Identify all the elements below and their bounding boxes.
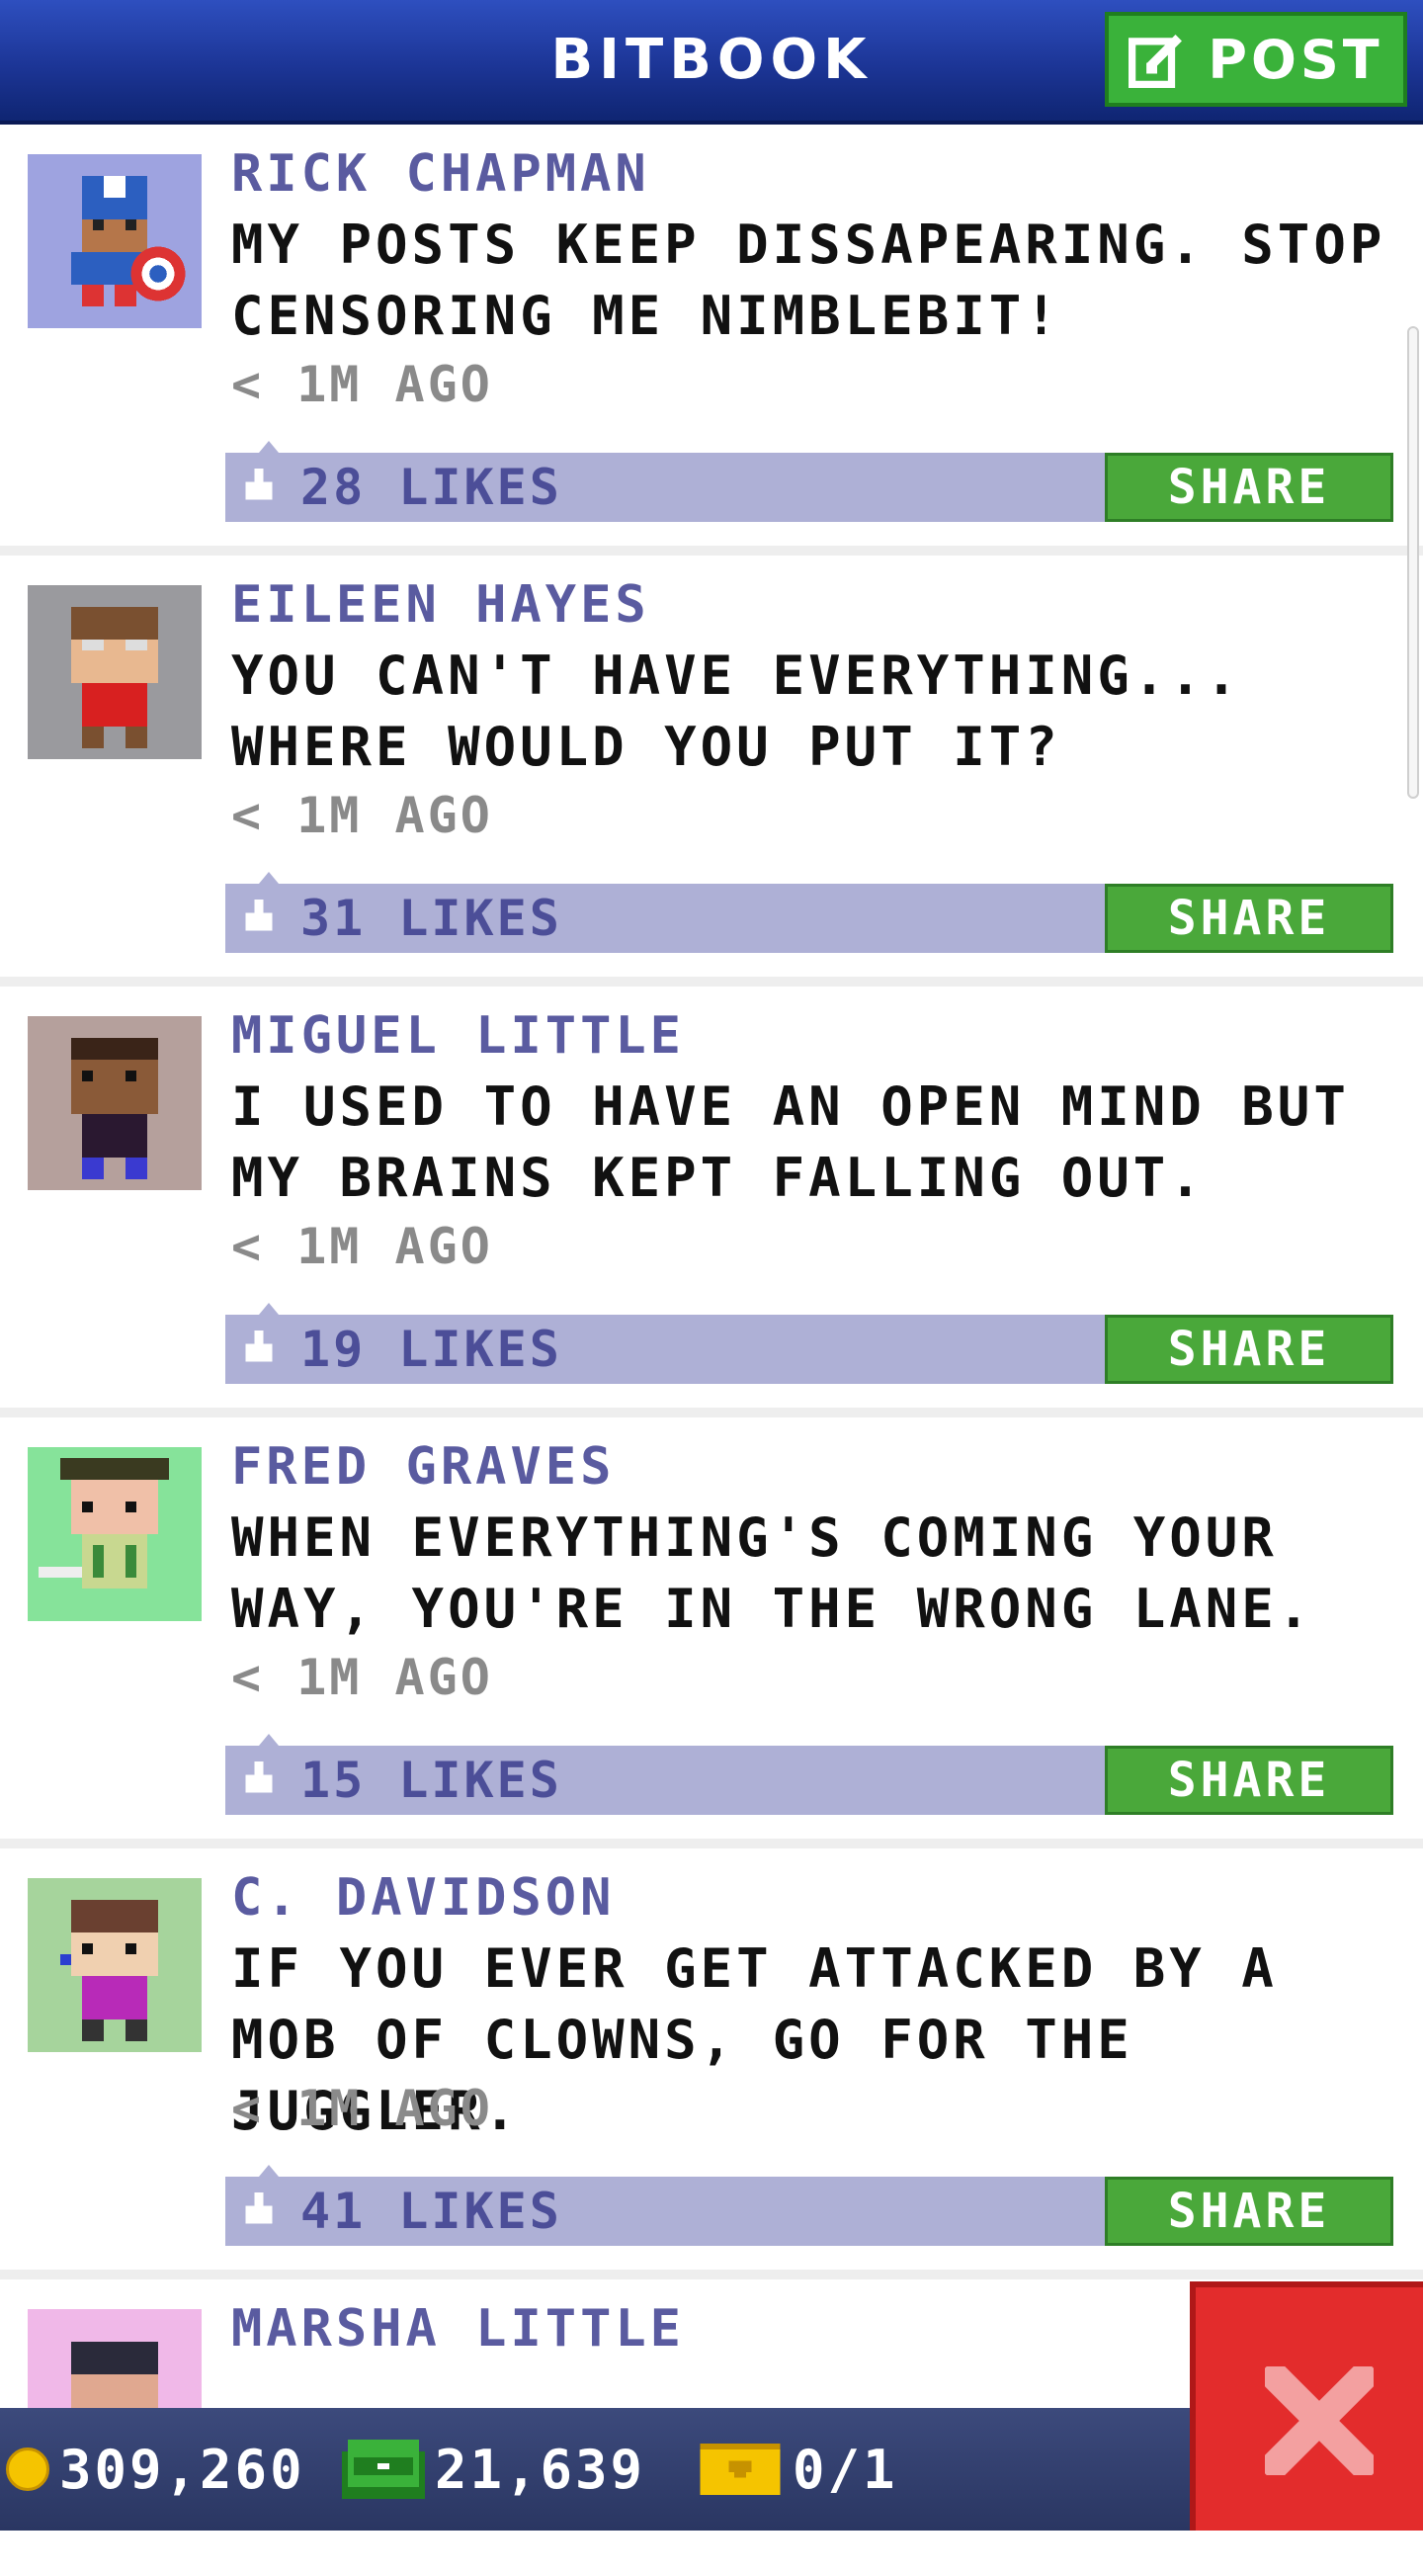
post-time: < 1M AGO [231,1218,493,1275]
likes-bar-notch [259,872,279,884]
bux-icon [342,2440,425,2499]
likes-bar-notch [259,2165,279,2177]
bux-stat: 21,639 [342,2408,645,2531]
post-message: YOU CAN'T HAVE EVERYTHING... WHERE WOULD… [231,644,1242,778]
post-author[interactable]: EILEEN HAYES [231,575,650,635]
post-message: WHEN EVERYTHING'S COMING YOUR WAY, YOU'R… [231,1506,1314,1640]
post-button-label: POST [1208,28,1383,91]
avatar[interactable] [28,154,202,328]
feed-post: C. DAVIDSON IF YOU EVER GET ATTACKED BY … [0,1848,1423,2279]
share-button[interactable]: SHARE [1105,1746,1393,1815]
share-button[interactable]: SHARE [1105,2177,1393,2246]
tickets-stat: 0/1 [698,2408,898,2531]
thumbs-up-icon[interactable] [241,2192,277,2228]
scrollbar[interactable] [1407,326,1419,799]
coins-stat: 309,260 [6,2408,305,2531]
post-message: I USED TO HAVE AN OPEN MIND BUT MY BRAIN… [231,1075,1350,1209]
post-feed[interactable]: RICK CHAPMAN MY POSTS KEEP DISSAPEARING.… [0,125,1423,2576]
likes-bar: 19 LIKES SHARE [225,1303,1393,1384]
likes-bar: 31 LIKES SHARE [225,872,1393,953]
post-time: < 1M AGO [231,787,493,844]
thumbs-up-icon[interactable] [241,900,277,935]
likes-bar-notch [259,1734,279,1746]
likes-bar-notch [259,441,279,453]
post-time: < 1M AGO [231,2080,493,2137]
post-author[interactable]: RICK CHAPMAN [231,144,650,204]
likes-count: 19 LIKES [300,1321,562,1378]
tickets-value: 0/1 [793,2438,898,2501]
coins-value: 309,260 [59,2438,305,2501]
post-author[interactable]: C. DAVIDSON [231,1868,615,1928]
bux-value: 21,639 [435,2438,646,2501]
feed-post: MIGUEL LITTLE I USED TO HAVE AN OPEN MIN… [0,987,1423,1417]
compose-icon [1129,35,1183,88]
post-message: MY POSTS KEEP DISSAPEARING. STOP CENSORI… [231,214,1386,347]
share-button[interactable]: SHARE [1105,453,1393,522]
post-author[interactable]: MARSHA LITTLE [231,2299,685,2359]
likes-bar-notch [259,1303,279,1315]
feed-post: FRED GRAVES WHEN EVERYTHING'S COMING YOU… [0,1417,1423,1848]
post-time: < 1M AGO [231,1649,493,1706]
ticket-icon [700,2444,781,2495]
post-author[interactable]: MIGUEL LITTLE [231,1006,685,1066]
post-author[interactable]: FRED GRAVES [231,1437,615,1497]
feed-post: EILEEN HAYES YOU CAN'T HAVE EVERYTHING..… [0,556,1423,987]
likes-count: 41 LIKES [300,2183,562,2240]
feed-post: RICK CHAPMAN MY POSTS KEEP DISSAPEARING.… [0,125,1423,556]
post-button[interactable]: POST [1105,12,1407,107]
top-bar: BITBOOK POST [0,0,1423,125]
thumbs-up-icon[interactable] [241,1761,277,1797]
thumbs-up-icon[interactable] [241,1331,277,1366]
likes-bar: 28 LIKES SHARE [225,441,1393,522]
share-button[interactable]: SHARE [1105,1315,1393,1384]
avatar[interactable] [28,1878,202,2052]
likes-count: 28 LIKES [300,459,562,516]
close-icon [1265,2366,1374,2475]
close-button[interactable] [1190,2281,1423,2531]
likes-bar: 41 LIKES SHARE [225,2165,1393,2246]
likes-count: 15 LIKES [300,1752,562,1809]
thumbs-up-icon[interactable] [241,469,277,504]
likes-count: 31 LIKES [300,890,562,947]
avatar[interactable] [28,1447,202,1621]
post-time: < 1M AGO [231,356,493,413]
coin-icon [6,2447,49,2491]
avatar[interactable] [28,1016,202,1190]
share-button[interactable]: SHARE [1105,884,1393,953]
likes-bar: 15 LIKES SHARE [225,1734,1393,1815]
avatar[interactable] [28,585,202,759]
